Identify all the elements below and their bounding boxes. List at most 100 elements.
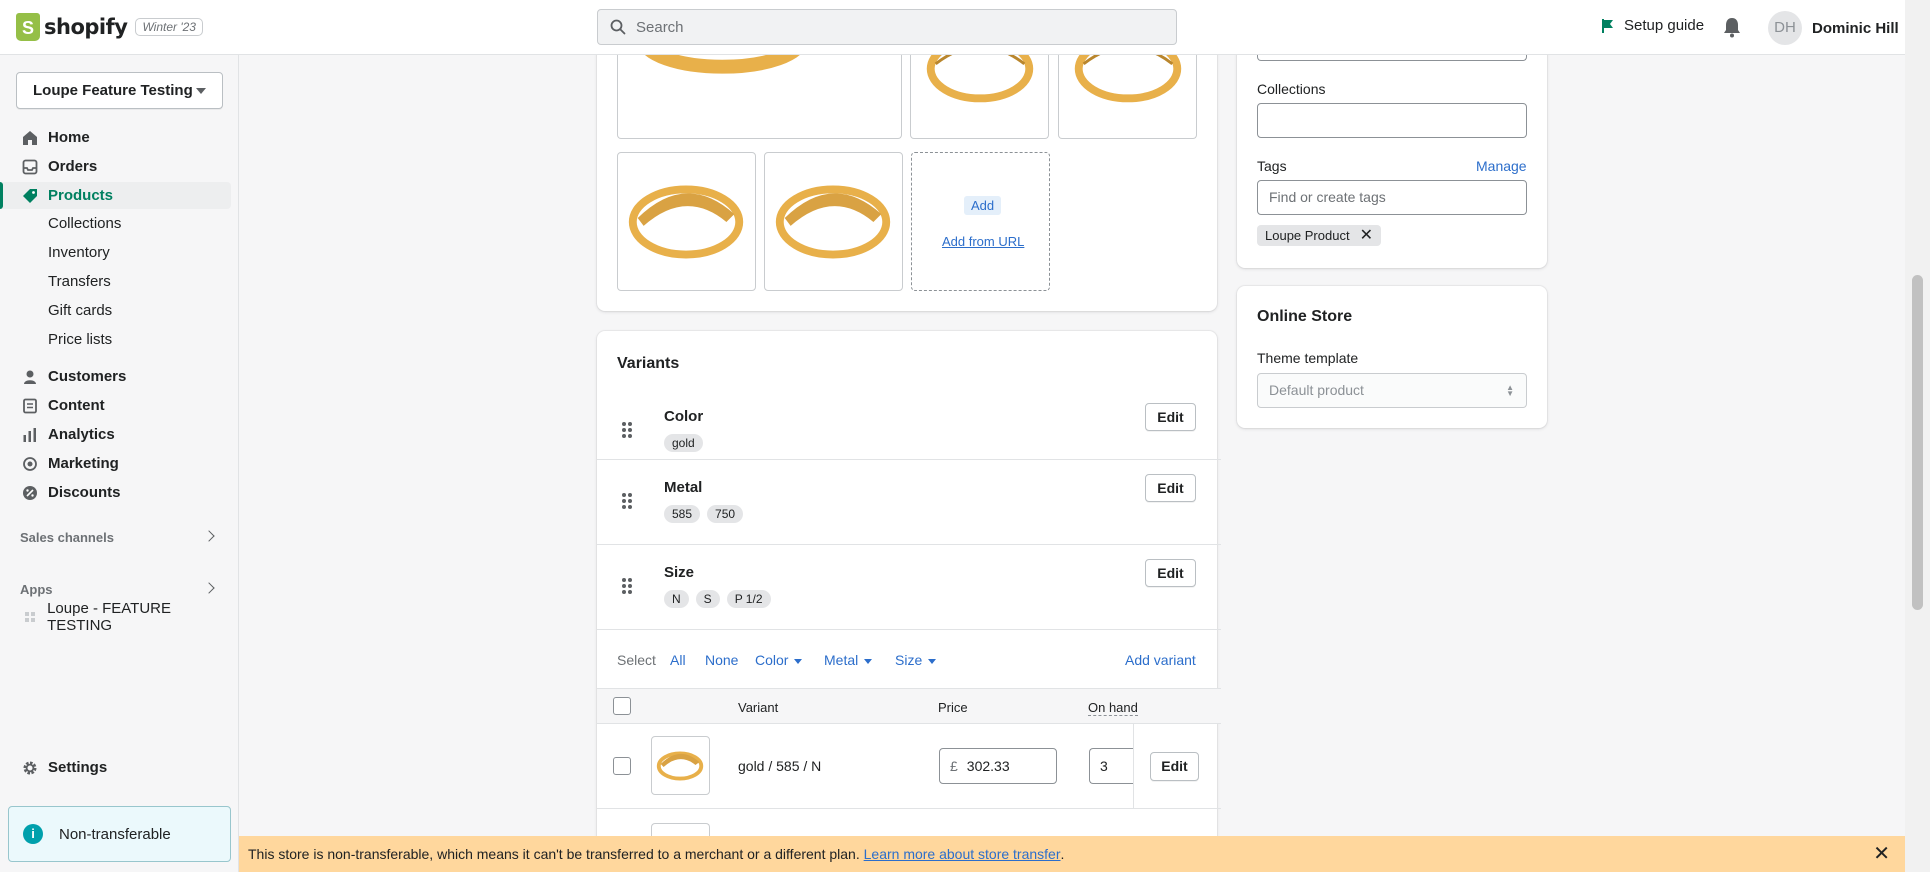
collections-input[interactable]: [1257, 103, 1527, 138]
media-thumbnail[interactable]: [764, 152, 903, 291]
tag-icon: [20, 186, 40, 206]
tags-input[interactable]: Find or create tags: [1257, 180, 1527, 215]
sidebar-subitem-price-lists[interactable]: Price lists: [48, 331, 112, 348]
orders-icon: [20, 157, 40, 177]
edit-variant-button[interactable]: Edit: [1150, 752, 1199, 781]
top-bar: S shopify Winter '23 Search Setup guide …: [0, 0, 1905, 55]
sidebar-item-loupe-app[interactable]: Loupe - FEATURE TESTING: [0, 600, 231, 634]
select-all-link[interactable]: All: [670, 652, 686, 668]
sidebar-item-label: Discounts: [48, 484, 121, 501]
drag-handle-icon[interactable]: [621, 421, 633, 439]
user-menu[interactable]: DH Dominic Hill: [1768, 11, 1899, 45]
edit-option-button[interactable]: Edit: [1145, 474, 1196, 502]
logo-text: shopify: [44, 15, 128, 39]
bell-icon: [1724, 18, 1740, 38]
filter-color-dropdown[interactable]: Color: [755, 652, 802, 668]
variant-name: gold / 585 / N: [738, 758, 822, 774]
sidebar-item-settings[interactable]: Settings: [0, 754, 231, 781]
sidebar-item-products[interactable]: Products: [0, 182, 231, 209]
sidebar-item-content[interactable]: Content: [0, 392, 231, 419]
select-all-checkbox[interactable]: [613, 697, 631, 715]
search-icon: [610, 19, 626, 35]
sidebar-item-label: Products: [48, 187, 114, 204]
shopify-logo[interactable]: S shopify Winter '23: [16, 13, 203, 41]
sidebar-item-home[interactable]: Home: [0, 124, 231, 151]
ring-image: [775, 185, 891, 259]
option-name: Color: [664, 408, 704, 425]
apps-heading[interactable]: Apps: [20, 582, 53, 597]
search-input[interactable]: Search: [597, 9, 1177, 45]
learn-more-link[interactable]: Learn more about store transfer: [864, 846, 1061, 862]
setup-guide-button[interactable]: Setup guide: [1600, 17, 1704, 34]
column-header-variant: Variant: [738, 700, 779, 715]
tags-label: Tags: [1257, 158, 1287, 174]
sidebar-item-orders[interactable]: Orders: [0, 153, 231, 180]
manage-tags-link[interactable]: Manage: [1476, 158, 1527, 174]
theme-template-select[interactable]: Default product ▲ ▼: [1257, 373, 1527, 408]
on-hand-input[interactable]: 3: [1089, 748, 1134, 784]
non-transferable-badge[interactable]: i Non-transferable: [8, 806, 231, 862]
edit-option-button[interactable]: Edit: [1145, 559, 1196, 587]
notifications-button[interactable]: [1722, 16, 1742, 42]
non-transferable-label: Non-transferable: [59, 825, 171, 843]
sidebar-subitem-transfers[interactable]: Transfers: [48, 273, 111, 290]
sidebar-item-label: Settings: [48, 759, 108, 776]
filter-size-dropdown[interactable]: Size: [895, 652, 936, 668]
sidebar-subitem-gift-cards[interactable]: Gift cards: [48, 302, 112, 319]
select-none-link[interactable]: None: [705, 652, 738, 668]
caret-down-icon: [196, 88, 206, 94]
sidebar-item-label: Marketing: [48, 455, 119, 472]
option-row-size: Size N S P 1/2 Edit: [597, 544, 1221, 629]
sidebar-item-analytics[interactable]: Analytics: [0, 421, 231, 448]
online-store-title: Online Store: [1257, 308, 1353, 325]
row-checkbox[interactable]: [613, 757, 631, 775]
tag-chip: Loupe Product ✕: [1257, 225, 1381, 246]
price-value: 302.33: [966, 758, 1010, 774]
sidebar-item-marketing[interactable]: Marketing: [0, 450, 231, 477]
media-dropzone[interactable]: Add Add from URL: [911, 152, 1050, 291]
scrollbar-thumb[interactable]: [1912, 275, 1923, 610]
sidebar-item-customers[interactable]: Customers: [0, 363, 231, 390]
on-hand-value: 3: [1100, 758, 1108, 774]
add-from-url-link[interactable]: Add from URL: [942, 234, 1024, 249]
shopify-bag-icon: S: [16, 13, 40, 41]
filter-metal-dropdown[interactable]: Metal: [824, 652, 872, 668]
sidebar-item-discounts[interactable]: Discounts: [0, 479, 231, 506]
option-value-chip: P 1/2: [726, 590, 771, 608]
variant-thumbnail[interactable]: [651, 736, 710, 795]
media-thumbnail[interactable]: [617, 152, 756, 291]
person-icon: [20, 367, 40, 387]
page-scrollbar[interactable]: [1905, 0, 1930, 872]
store-name: Loupe Feature Testing: [33, 82, 193, 99]
option-value-chip: 585: [664, 505, 701, 523]
sidebar-subitem-collections[interactable]: Collections: [48, 215, 121, 232]
edition-badge: Winter '23: [135, 18, 203, 36]
theme-template-label: Theme template: [1257, 350, 1359, 366]
close-icon[interactable]: ✕: [1873, 844, 1890, 864]
drag-handle-icon[interactable]: [621, 492, 633, 510]
discount-icon: [20, 483, 40, 503]
option-value-chip: 750: [707, 505, 744, 523]
price-input[interactable]: £ 302.33: [939, 748, 1057, 784]
edit-option-button[interactable]: Edit: [1145, 403, 1196, 431]
chevron-right-icon[interactable]: [203, 530, 215, 542]
sidebar-subitem-inventory[interactable]: Inventory: [48, 244, 110, 261]
chevron-right-icon[interactable]: [203, 582, 215, 594]
column-header-on-hand[interactable]: On hand: [1088, 700, 1138, 716]
bar-chart-icon: [20, 425, 40, 445]
remove-tag-icon[interactable]: ✕: [1360, 227, 1373, 243]
info-icon: i: [23, 824, 43, 844]
banner-period: .: [1060, 846, 1065, 862]
option-name: Size: [664, 564, 695, 581]
add-media-button[interactable]: Add: [964, 196, 1002, 215]
organization-card: Collections Tags Manage Find or create t…: [1237, 37, 1547, 268]
variant-select-bar: Select All None Color Metal Size Add var…: [597, 629, 1221, 687]
online-store-card: Online Store Theme template Default prod…: [1237, 286, 1547, 428]
sales-channels-heading[interactable]: Sales channels: [20, 530, 114, 545]
option-value-chip: S: [695, 590, 720, 608]
drag-handle-icon[interactable]: [621, 577, 633, 595]
column-header-price: Price: [938, 700, 968, 715]
store-selector[interactable]: Loupe Feature Testing: [16, 72, 223, 109]
add-variant-link[interactable]: Add variant: [1125, 652, 1196, 668]
non-transferable-banner: This store is non-transferable, which me…: [239, 836, 1905, 872]
